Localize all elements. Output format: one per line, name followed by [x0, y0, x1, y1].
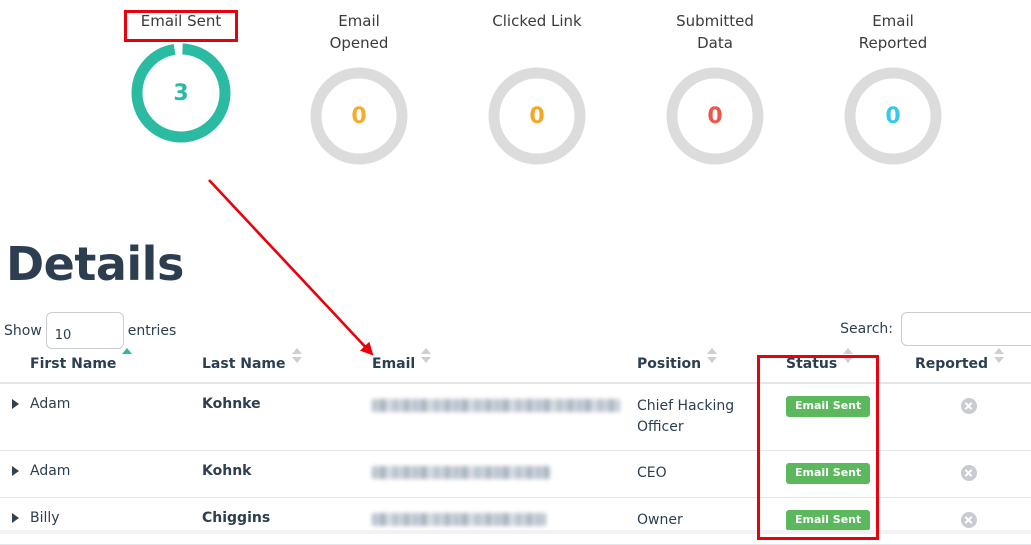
length-label-before: Show — [4, 322, 42, 339]
column-label: Last Name — [202, 356, 286, 372]
row-expand-cell[interactable] — [0, 450, 30, 498]
column-label: Reported — [915, 356, 989, 372]
column-label: Email — [372, 356, 416, 372]
table-body: Adam Kohnke Chief Hacking Officer Email … — [0, 383, 1031, 545]
status-badge: Email Sent — [786, 510, 871, 531]
table-length-control: Show 10 entries — [4, 312, 176, 349]
table-row[interactable]: Adam Kohnke Chief Hacking Officer Email … — [0, 383, 1031, 451]
expand-row-caret-icon[interactable] — [12, 513, 19, 523]
cell-reported[interactable] — [906, 450, 1031, 498]
cell-last-name: Kohnk — [202, 450, 372, 498]
cell-email — [372, 450, 637, 498]
table-controls: Show 10 entries Search: — [0, 305, 1031, 353]
cell-position: CEO — [637, 450, 754, 498]
row-expand-cell[interactable] — [0, 497, 30, 545]
donut-chart-email-sent: 3 — [128, 40, 234, 146]
donut-value: 0 — [351, 103, 367, 129]
row-expand-cell[interactable] — [0, 383, 30, 451]
stat-label: Email Reported — [858, 12, 928, 52]
sort-arrows-icon[interactable] — [291, 347, 302, 365]
column-header-email[interactable]: Email — [372, 348, 637, 384]
circle-x-icon[interactable] — [960, 398, 977, 414]
cell-reported[interactable] — [906, 497, 1031, 545]
cell-last-name: Kohnke — [202, 383, 372, 451]
stat-card-clicked-link[interactable]: Clicked Link 0 — [448, 0, 626, 167]
sort-arrows-icon[interactable] — [707, 347, 718, 365]
circle-x-icon[interactable] — [960, 465, 977, 481]
expand-row-caret-icon[interactable] — [12, 466, 19, 476]
circle-x-icon[interactable] — [960, 512, 977, 528]
donut-value: 0 — [707, 103, 723, 129]
table-header: First Name Last Name Email Position Stat… — [0, 348, 1031, 384]
cell-last-name: Chiggins — [202, 497, 372, 545]
entries-per-page-select[interactable]: 10 — [45, 312, 124, 349]
length-label-after: entries — [127, 322, 177, 339]
cell-first-name: Billy — [30, 497, 202, 545]
cell-position: Owner — [637, 497, 754, 545]
stat-label: Email Opened — [329, 12, 389, 52]
annotation-highlight-email-sent-label — [124, 10, 238, 42]
search-input[interactable] — [901, 312, 1031, 346]
sort-arrows-icon[interactable] — [843, 347, 854, 365]
cell-reported[interactable] — [906, 383, 1031, 451]
table-row[interactable]: Adam Kohnk CEO Email Sent — [0, 450, 1031, 498]
column-header-reported[interactable]: Reported — [906, 348, 1031, 384]
column-label: Position — [637, 356, 702, 372]
table-header-row: First Name Last Name Email Position Stat… — [0, 348, 1031, 384]
stat-card-email-reported[interactable]: Email Reported 0 — [804, 0, 982, 167]
column-header-status[interactable]: Status — [754, 348, 906, 384]
table-bottom-edge — [0, 530, 1031, 534]
cell-first-name: Adam — [30, 383, 202, 451]
cell-position: Chief Hacking Officer — [637, 383, 754, 451]
donut-chart-email-opened: 0 — [308, 65, 410, 167]
donut-value: 0 — [529, 103, 545, 129]
email-redacted-block — [372, 466, 550, 479]
donut-chart-email-reported: 0 — [842, 65, 944, 167]
sort-arrows-ascending-icon[interactable] — [122, 347, 133, 365]
cell-status: Email Sent — [754, 450, 906, 498]
sort-arrows-icon[interactable] — [421, 347, 432, 365]
column-header-position[interactable]: Position — [637, 348, 754, 384]
stat-label: Submitted Data — [676, 12, 754, 52]
cell-email — [372, 383, 637, 451]
status-badge: Email Sent — [786, 463, 871, 484]
details-table: First Name Last Name Email Position Stat… — [0, 348, 1031, 545]
donut-chart-clicked-link: 0 — [486, 65, 588, 167]
cell-email — [372, 497, 637, 545]
cell-status: Email Sent — [754, 383, 906, 451]
donut-chart-submitted-data: 0 — [664, 65, 766, 167]
column-label: Status — [786, 356, 838, 372]
stat-card-email-opened[interactable]: Email Opened 0 — [270, 0, 448, 167]
email-redacted-block — [372, 513, 546, 526]
column-header-last-name[interactable]: Last Name — [202, 348, 372, 384]
stat-label: Clicked Link — [492, 12, 582, 30]
donut-value: 3 — [173, 80, 189, 106]
status-badge: Email Sent — [786, 396, 871, 417]
donut-value: 0 — [885, 103, 901, 129]
column-header-first-name[interactable]: First Name — [30, 348, 202, 384]
search-label: Search: — [840, 321, 893, 337]
cell-status: Email Sent — [754, 497, 906, 545]
column-header-expand — [0, 356, 30, 384]
email-redacted-block — [372, 399, 620, 412]
sort-arrows-icon[interactable] — [994, 347, 1005, 365]
stat-card-submitted-data[interactable]: Submitted Data 0 — [626, 0, 804, 167]
table-search-control: Search: — [840, 312, 1031, 346]
column-label: First Name — [30, 356, 117, 372]
cell-first-name: Adam — [30, 450, 202, 498]
expand-row-caret-icon[interactable] — [12, 399, 19, 409]
table-row[interactable]: Billy Chiggins Owner Email Sent — [0, 497, 1031, 545]
page-title: Details — [6, 237, 184, 291]
